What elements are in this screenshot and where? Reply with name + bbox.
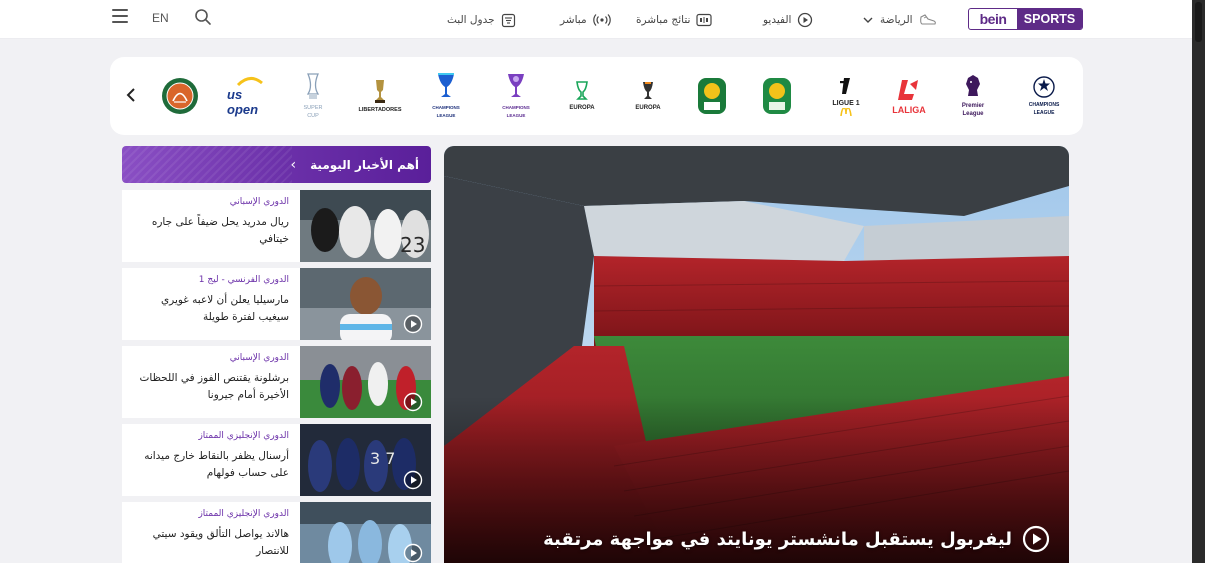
- us-open-label: us open: [227, 87, 259, 117]
- news-title: مارسيليا يعلن أن لاعبه غويري سيغيب لفترة…: [160, 294, 289, 323]
- scoreboard-icon: [696, 13, 713, 27]
- play-video-icon[interactable]: [1022, 525, 1050, 553]
- play-video-icon[interactable]: [403, 314, 423, 334]
- news-item-real-madrid[interactable]: 23 الدوري الإسباني ريال مدريد يحل ضيفاً …: [122, 190, 431, 262]
- womens-champions-label: CHAMPIONS LEAGUE: [502, 105, 530, 118]
- caf-logo-icon: [698, 78, 726, 114]
- news-thumbnail: [300, 502, 431, 563]
- page-scrollbar[interactable]: [1192, 0, 1205, 563]
- hero-featured-story[interactable]: [444, 146, 1069, 563]
- premier-league-label: Premier League: [961, 103, 985, 117]
- champions-starball-icon: [1033, 76, 1055, 98]
- nav-schedule-label: جدول البث: [447, 14, 495, 26]
- competition-conference-league[interactable]: EUROPA: [562, 71, 602, 121]
- news-category: الدوري الإنجليزي الممتاز: [198, 509, 289, 519]
- competition-caf-champions[interactable]: [695, 71, 729, 121]
- nav-live[interactable]: مباشر: [560, 10, 611, 30]
- europa-league-label: EUROPA: [635, 105, 661, 111]
- menu-icon[interactable]: [112, 9, 128, 23]
- ligue-1-logo-icon: [840, 78, 850, 94]
- news-category: الدوري الإسباني: [229, 353, 289, 363]
- play-video-icon[interactable]: [403, 392, 423, 412]
- laliga-label: LALIGA: [892, 105, 926, 115]
- news-item-barcelona[interactable]: الدوري الإسباني برشلونة يقتنص الفوز في ا…: [122, 346, 431, 418]
- conference-trophy-icon: [576, 81, 588, 100]
- top-navigation-bar: EN جدول البث مباشر نتائج مباشرة الفيديو …: [0, 0, 1192, 39]
- ligue-1-label: LIGUE 1: [832, 100, 860, 107]
- nav-video-label: الفيديو: [763, 14, 792, 26]
- bein-sports-logo[interactable]: bein SPORTS: [968, 8, 1083, 30]
- top-daily-news-header[interactable]: ‹ أهم الأخبار اليومية: [122, 146, 431, 183]
- europa-trophy-icon: [643, 82, 653, 99]
- sports-shoe-icon: [919, 14, 936, 25]
- champions-trophy-blue-icon: [438, 73, 454, 97]
- hero-title: ليفربول يستقبل مانشستر يونايتد في مواجهة…: [543, 528, 1012, 550]
- competitions-carousel: us open SUPER CUP LIBERTADORES CHAMPIONS…: [110, 57, 1083, 135]
- news-title: برشلونة يقتنص الفوز في اللحظات الأخيرة أ…: [139, 372, 289, 401]
- competition-laliga[interactable]: LALIGA: [886, 71, 932, 121]
- libertadores-trophy-icon: [375, 80, 385, 103]
- news-item-haaland[interactable]: الدوري الإنجليزي الممتاز هالاند يواصل ال…: [122, 502, 431, 563]
- uefa-champions-label: CHAMPIONS LEAGUE: [1028, 102, 1060, 116]
- nav-sports-label: الرياضة: [880, 14, 913, 26]
- competition-libertadores[interactable]: LIBERTADORES: [358, 71, 402, 121]
- nav-schedule[interactable]: جدول البث: [447, 10, 516, 30]
- nav-sports[interactable]: الرياضة: [862, 10, 937, 30]
- schedule-icon: [501, 13, 515, 27]
- play-video-icon[interactable]: [403, 470, 423, 490]
- super-cup-label: SUPER CUP: [303, 105, 323, 119]
- competition-ligue-1[interactable]: LIGUE 1: [828, 71, 864, 121]
- search-icon[interactable]: [194, 8, 212, 26]
- competition-uefa-super-cup[interactable]: SUPER CUP: [298, 71, 328, 121]
- hero-caption[interactable]: ليفربول يستقبل مانشستر يونايتد في مواجهة…: [530, 524, 1050, 554]
- super-cup-trophy-icon: [306, 73, 320, 99]
- conference-league-label: EUROPA: [569, 105, 595, 111]
- chevron-down-icon: [863, 17, 873, 23]
- competition-uefa-champions-league[interactable]: CHAMPIONS LEAGUE: [1022, 71, 1066, 121]
- news-category: الدوري الإسباني: [229, 197, 289, 207]
- chevron-left-icon[interactable]: [124, 85, 138, 105]
- news-title: ريال مدريد يحل ضيفاً على جاره خيتافي: [151, 216, 289, 245]
- competition-us-open[interactable]: us open: [227, 71, 273, 121]
- news-thumbnail: [300, 346, 431, 418]
- news-item-arsenal[interactable]: 3 7 الدوري الإنجليزي الممتاز أرسنال يظفر…: [122, 424, 431, 496]
- nav-live-label: مباشر: [560, 14, 587, 26]
- caf-confederation-logo-icon: [763, 78, 791, 114]
- news-title: هالاند يواصل التألق ويقود سيتي للانتصار: [152, 528, 289, 557]
- nav-live-scores-label: نتائج مباشرة: [636, 14, 691, 26]
- premier-league-lion-icon: [966, 75, 980, 96]
- competition-europa-league[interactable]: EUROPA: [628, 71, 668, 121]
- top-daily-news-title: أهم الأخبار اليومية: [310, 157, 419, 172]
- logo-bein-text: bein: [979, 11, 1007, 27]
- play-video-icon[interactable]: [403, 543, 423, 563]
- news-thumbnail: 3 7: [300, 424, 431, 496]
- svg-text:23: 23: [400, 233, 425, 257]
- language-switch[interactable]: EN: [152, 11, 169, 25]
- live-broadcast-icon: [592, 14, 611, 26]
- news-title: أرسنال يظفر بالنقاط خارج ميدانه على حساب…: [144, 450, 289, 479]
- news-category: الدوري الإنجليزي الممتاز: [198, 431, 289, 441]
- libertadores-label: LIBERTADORES: [358, 107, 402, 113]
- nav-video[interactable]: الفيديو: [763, 10, 813, 30]
- champions-trophy-purple-icon: [508, 74, 524, 97]
- competition-champions-league-men[interactable]: CHAMPIONS LEAGUE: [428, 71, 464, 121]
- news-thumbnail: 23: [300, 190, 431, 262]
- news-thumbnail: [300, 268, 431, 340]
- competition-roland-garros[interactable]: [160, 71, 200, 121]
- champions-league-label: CHAMPIONS LEAGUE: [432, 105, 460, 118]
- svg-text:3 7: 3 7: [370, 449, 395, 468]
- roland-garros-logo-icon: [162, 78, 198, 114]
- play-circle-icon: [798, 12, 813, 28]
- competition-caf-confederation[interactable]: [760, 71, 794, 121]
- laliga-logo-icon: [898, 80, 918, 100]
- competition-premier-league[interactable]: Premier League: [956, 71, 990, 121]
- news-item-marseille[interactable]: الدوري الفرنسي - ليج 1 مارسيليا يعلن أن …: [122, 268, 431, 340]
- mcdonalds-logo-icon: [840, 108, 852, 116]
- logo-sports-text: SPORTS: [1017, 9, 1082, 29]
- nav-live-scores[interactable]: نتائج مباشرة: [636, 10, 713, 30]
- hero-stadium-image: [444, 146, 1069, 563]
- news-category: الدوري الفرنسي - ليج 1: [198, 275, 289, 285]
- competition-womens-champions-league[interactable]: CHAMPIONS LEAGUE: [498, 71, 534, 121]
